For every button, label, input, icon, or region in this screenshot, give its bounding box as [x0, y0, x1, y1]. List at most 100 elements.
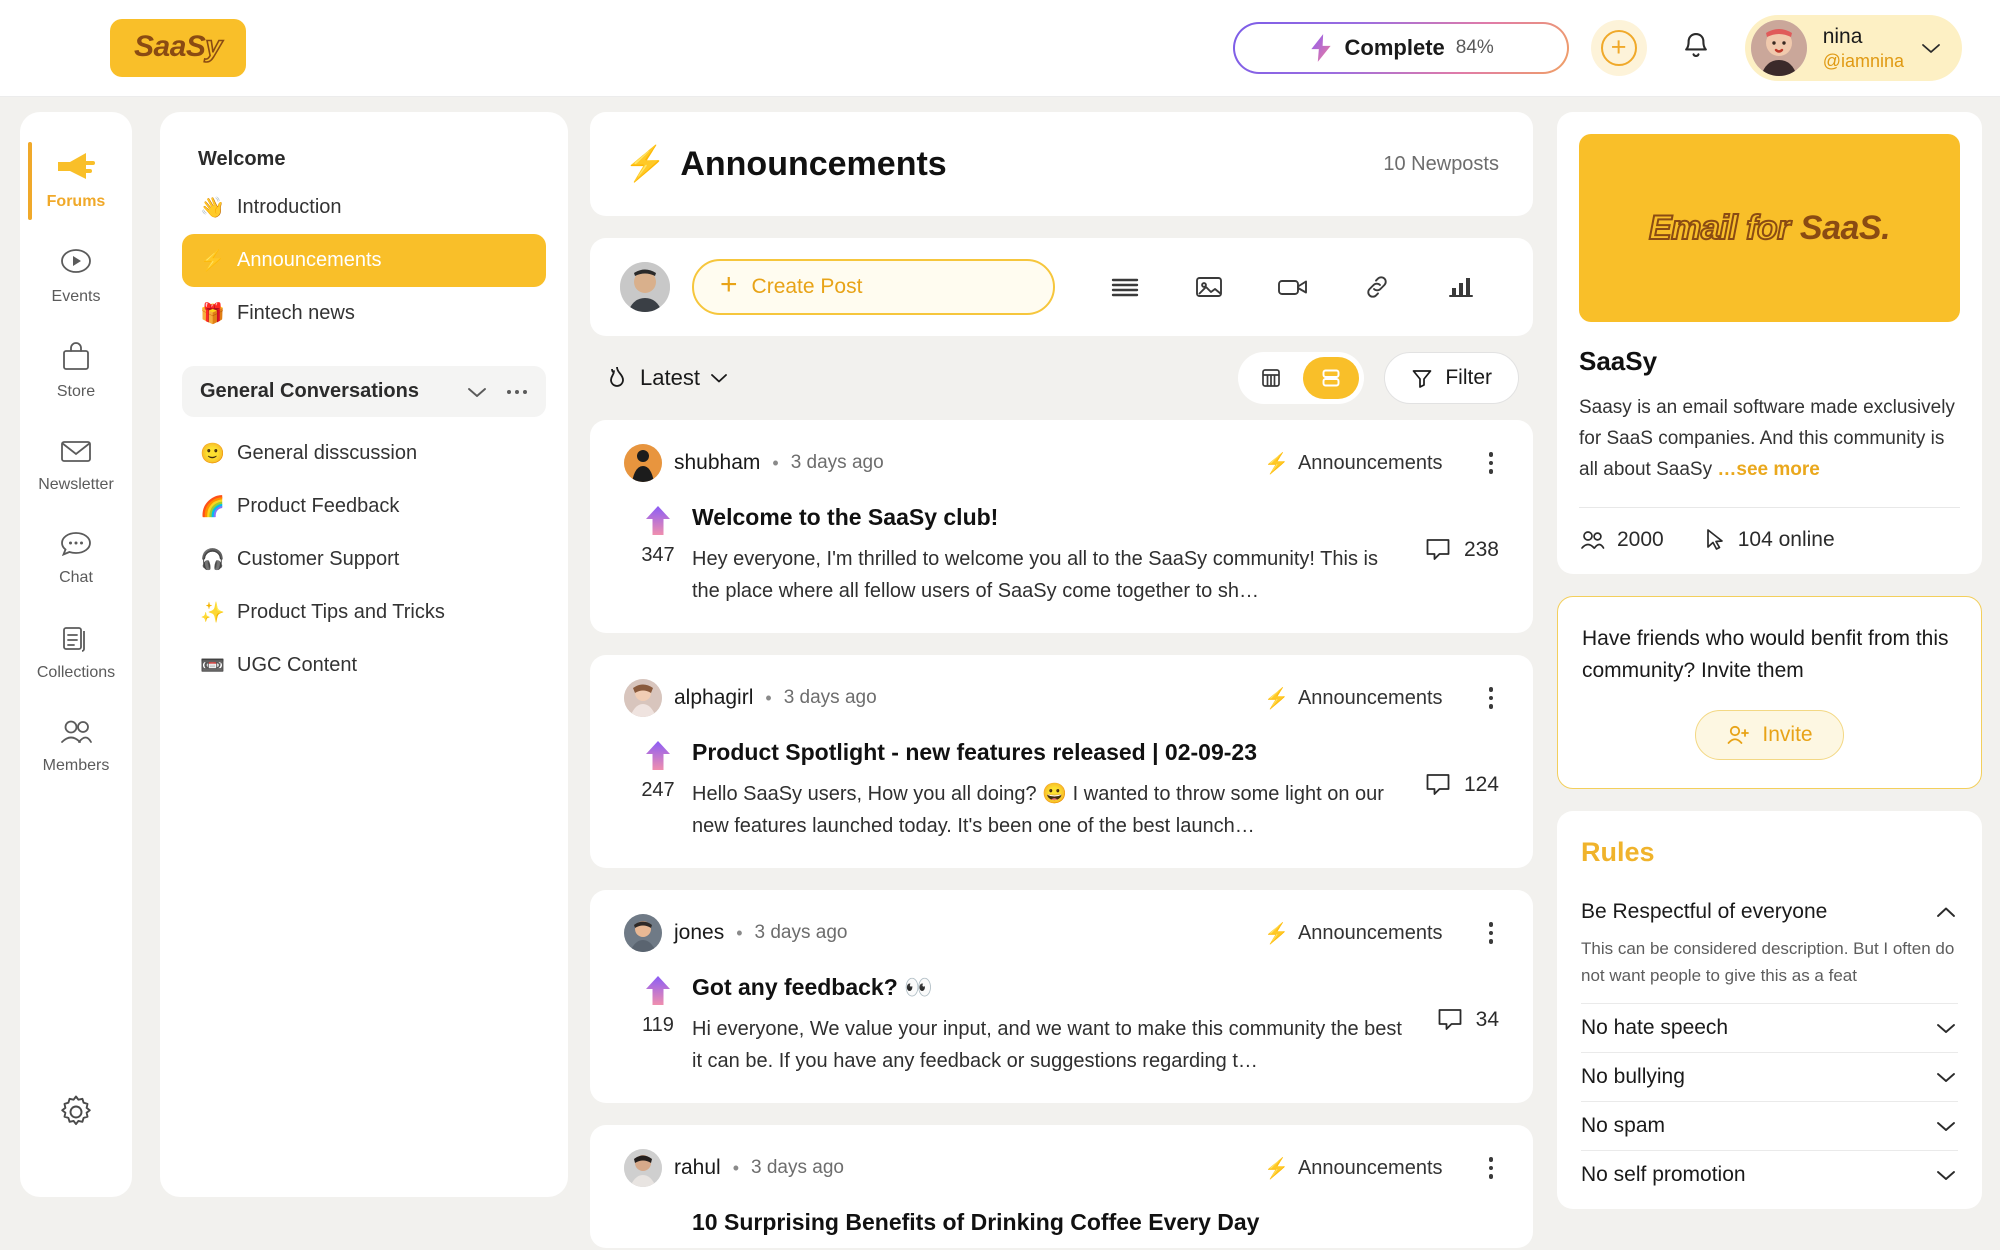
rule-item-no-self-promotion[interactable]: No self promotion	[1581, 1151, 1958, 1199]
rule-item-no-bullying[interactable]: No bullying	[1581, 1053, 1958, 1101]
comments-count[interactable]: 34	[1436, 974, 1499, 1034]
post-header: jones • 3 days ago ⚡ Announcements	[624, 914, 1499, 952]
view-mode-toggle	[1238, 352, 1365, 404]
post-card[interactable]: jones • 3 days ago ⚡ Announcements 119 G…	[590, 890, 1533, 1103]
rule-item-no-hate-speech[interactable]: No hate speech	[1581, 1004, 1958, 1052]
channel-group-actions	[466, 385, 528, 399]
bell-icon	[1684, 32, 1707, 57]
channel-label: Product Feedback	[237, 495, 400, 517]
comment-icon	[1438, 1009, 1462, 1030]
sidebar-item-newsletter[interactable]: Newsletter	[20, 419, 132, 512]
post-time: 3 days ago	[751, 1157, 844, 1178]
post-channel-label: Announcements	[1297, 451, 1443, 474]
video-icon-button[interactable]	[1251, 275, 1335, 299]
post-author: alphagirl	[674, 686, 754, 709]
settings-button[interactable]	[56, 1092, 96, 1137]
channel-item-product-tips-and-tricks[interactable]: ✨ Product Tips and Tricks	[182, 586, 546, 639]
banner-solid-text: SaaS.	[1799, 208, 1891, 247]
ellipsis-icon[interactable]	[506, 389, 528, 395]
upvote-control[interactable]: 119	[624, 974, 692, 1037]
divider	[1579, 507, 1960, 509]
rainbow-emoji-icon: 🌈	[200, 496, 225, 518]
sidebar-item-collections[interactable]: Collections	[20, 605, 132, 700]
profile-completion-pill[interactable]: Complete 84%	[1233, 22, 1569, 74]
comments-number: 238	[1463, 538, 1499, 561]
image-icon-button[interactable]	[1167, 274, 1251, 300]
sidebar-item-chat[interactable]: Chat	[20, 512, 132, 605]
notifications-button[interactable]	[1669, 25, 1723, 72]
sidebar-item-label: Forums	[46, 193, 106, 210]
separator-dot: •	[736, 922, 743, 943]
channel-item-product-feedback[interactable]: 🌈 Product Feedback	[182, 480, 546, 533]
chevron-down-icon[interactable]	[466, 385, 488, 399]
see-more-link[interactable]: …see more	[1717, 459, 1819, 480]
list-view-icon	[1322, 369, 1340, 387]
post-card[interactable]: rahul • 3 days ago ⚡ Announcements 10 Su…	[590, 1125, 1533, 1248]
grid-view-button[interactable]	[1243, 357, 1299, 399]
channel-item-general-disscussion[interactable]: 🙂 General disscussion	[182, 427, 546, 480]
sidebar-item-label: Collections	[36, 664, 116, 681]
feed-header: ⚡ Announcements 10 Newposts	[590, 112, 1533, 216]
list-view-button[interactable]	[1303, 357, 1360, 399]
filter-button[interactable]: Filter	[1384, 352, 1519, 404]
post-more-button[interactable]	[1483, 448, 1500, 478]
flame-icon	[610, 366, 624, 387]
rule-description: This can be considered description. But …	[1581, 939, 1955, 985]
upvote-control[interactable]: 247	[624, 739, 692, 802]
channel-item-ugc-content[interactable]: 📼 UGC Content	[182, 639, 546, 692]
poll-chart-icon-button[interactable]	[1419, 274, 1503, 300]
post-content: Product Spotlight - new features release…	[692, 739, 1424, 842]
invite-button[interactable]: Invite	[1695, 710, 1844, 761]
image-icon	[1196, 277, 1222, 297]
post-excerpt: Hello SaaSy users, How you all doing? 😀 …	[692, 783, 1384, 837]
link-icon-button[interactable]	[1335, 274, 1419, 300]
post-card[interactable]: shubham • 3 days ago ⚡ Announcements 347	[590, 420, 1533, 633]
sidebar-item-store[interactable]: Store	[20, 324, 132, 419]
post-more-button[interactable]	[1483, 918, 1500, 948]
post-title[interactable]: 10 Surprising Benefits of Drinking Coffe…	[692, 1209, 1475, 1236]
user-menu[interactable]: nina @iamnina	[1744, 15, 1962, 81]
rule-item-be-respectful[interactable]: Be Respectful of everyone	[1581, 888, 1958, 936]
post-card[interactable]: alphagirl • 3 days ago ⚡ Announcements 2…	[590, 655, 1533, 868]
documents-icon	[63, 627, 85, 652]
sidebar-item-members[interactable]: Members	[20, 700, 132, 793]
gear-icon	[61, 1095, 91, 1126]
sidebar-item-events[interactable]: Events	[20, 229, 132, 324]
add-button[interactable]: +	[1590, 20, 1647, 76]
post-body: 247 Product Spotlight - new features rel…	[624, 739, 1499, 842]
post-more-button[interactable]	[1483, 1153, 1500, 1183]
members-count: 2000	[1617, 528, 1664, 552]
post-title[interactable]: Got any feedback? 👀	[692, 974, 1412, 1001]
create-post-button[interactable]: + Create Post	[692, 259, 1055, 315]
post-title[interactable]: Product Spotlight - new features release…	[692, 739, 1400, 766]
comments-count[interactable]: 238	[1424, 504, 1499, 564]
megaphone-icon	[58, 153, 95, 179]
channel-item-fintech-news[interactable]: 🎁 Fintech news	[182, 287, 546, 340]
new-posts-count: 10 Newposts	[1383, 152, 1499, 175]
app-logo[interactable]: SaaSy	[110, 19, 246, 77]
rule-item-no-spam[interactable]: No spam	[1581, 1102, 1958, 1150]
bolt-emoji-icon: ⚡	[1264, 452, 1289, 475]
sort-dropdown[interactable]: Latest	[604, 364, 728, 392]
user-identity: nina @iamnina	[1823, 25, 1904, 72]
text-lines-icon-button[interactable]	[1083, 276, 1167, 298]
avatar	[624, 679, 662, 717]
post-content: Welcome to the SaaSy club! Hey everyone,…	[692, 504, 1424, 607]
channel-group-general-conversations[interactable]: General Conversations	[182, 366, 546, 417]
page-title-text: Announcements	[680, 144, 947, 183]
sparkles-emoji-icon: ✨	[200, 602, 225, 624]
sidebar-item-label: Store	[56, 383, 96, 400]
members-stat: 2000	[1579, 528, 1664, 552]
play-circle-icon	[61, 249, 91, 273]
composer-avatar	[620, 262, 670, 312]
user-plus-icon	[1727, 726, 1750, 745]
sidebar-item-forums[interactable]: Forums	[20, 134, 132, 229]
post-title[interactable]: Welcome to the SaaSy club!	[692, 504, 1400, 531]
filter-label: Filter	[1445, 366, 1492, 389]
comments-count[interactable]: 124	[1424, 739, 1499, 799]
upvote-control[interactable]: 347	[624, 504, 692, 567]
channel-item-customer-support[interactable]: 🎧 Customer Support	[182, 533, 546, 586]
post-more-button[interactable]	[1483, 683, 1500, 713]
channel-item-introduction[interactable]: 👋 Introduction	[182, 181, 546, 234]
channel-item-announcements[interactable]: ⚡ Announcements	[182, 234, 546, 287]
